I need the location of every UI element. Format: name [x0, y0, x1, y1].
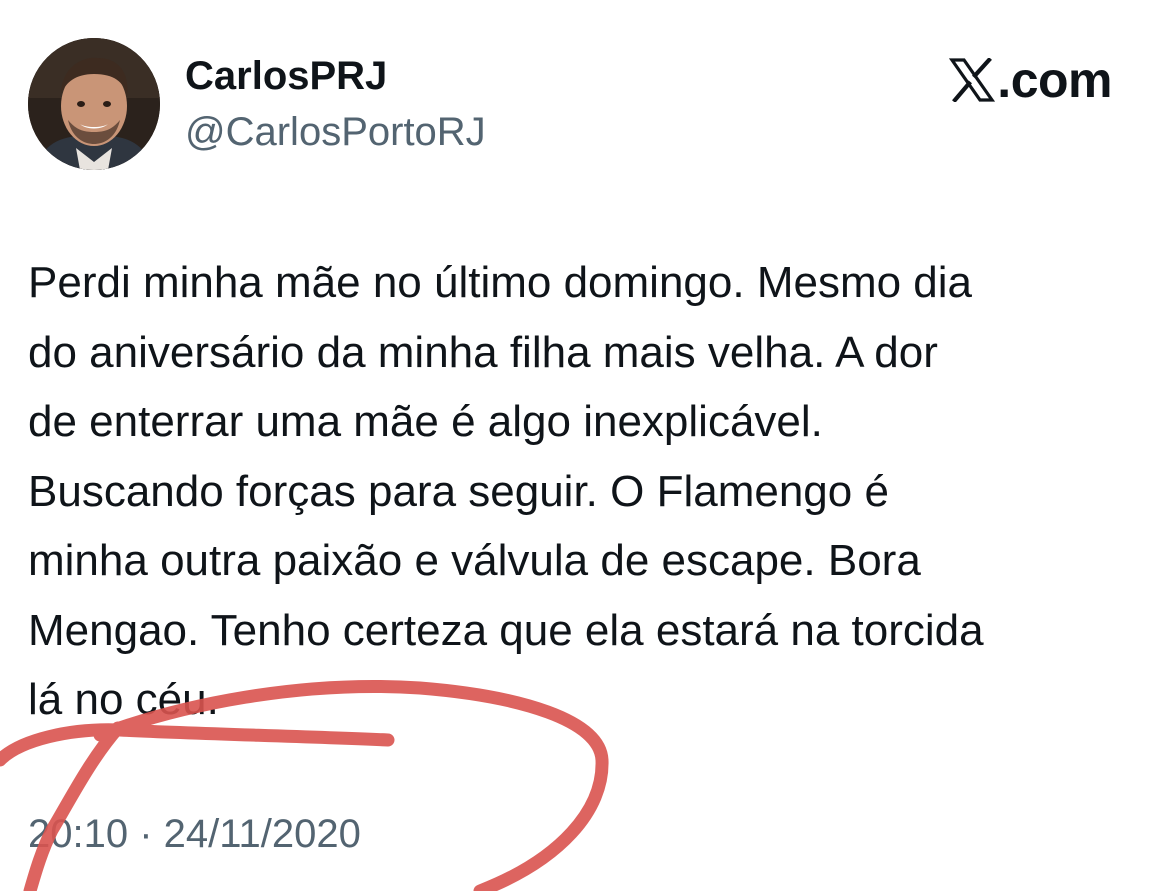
avatar[interactable] [28, 38, 160, 170]
tweet-line: Perdi minha mãe no último domingo. Mesmo… [28, 258, 973, 307]
author-handle[interactable]: @CarlosPortoRJ [185, 108, 486, 156]
x-logo-icon [949, 58, 996, 102]
brand-text: .com [997, 52, 1112, 108]
tweet-line: lá no céu. [28, 675, 219, 724]
tweet-line: Mengao. Tenho certeza que ela estará na … [28, 605, 984, 655]
tweet-text: Perdi minha mãe no último domingo. Mesmo… [28, 248, 1153, 735]
tweet-line: do aniversário da minha filha mais velha… [28, 327, 938, 377]
author-display-name[interactable]: CarlosPRJ [185, 52, 387, 100]
tweet-card: CarlosPRJ @CarlosPortoRJ .com Perdi minh… [0, 0, 1170, 891]
profile-photo-icon [28, 38, 160, 170]
tweet-line: de enterrar uma mãe é algo inexplicável. [28, 397, 823, 446]
tweet-line: minha outra paixão e válvula de escape. … [28, 536, 921, 585]
brand-watermark: .com [949, 52, 1112, 108]
tweet-timestamp[interactable]: 20:10 · 24/11/2020 [28, 810, 361, 858]
tweet-line: Buscando forças para seguir. O Flamengo … [28, 466, 889, 516]
